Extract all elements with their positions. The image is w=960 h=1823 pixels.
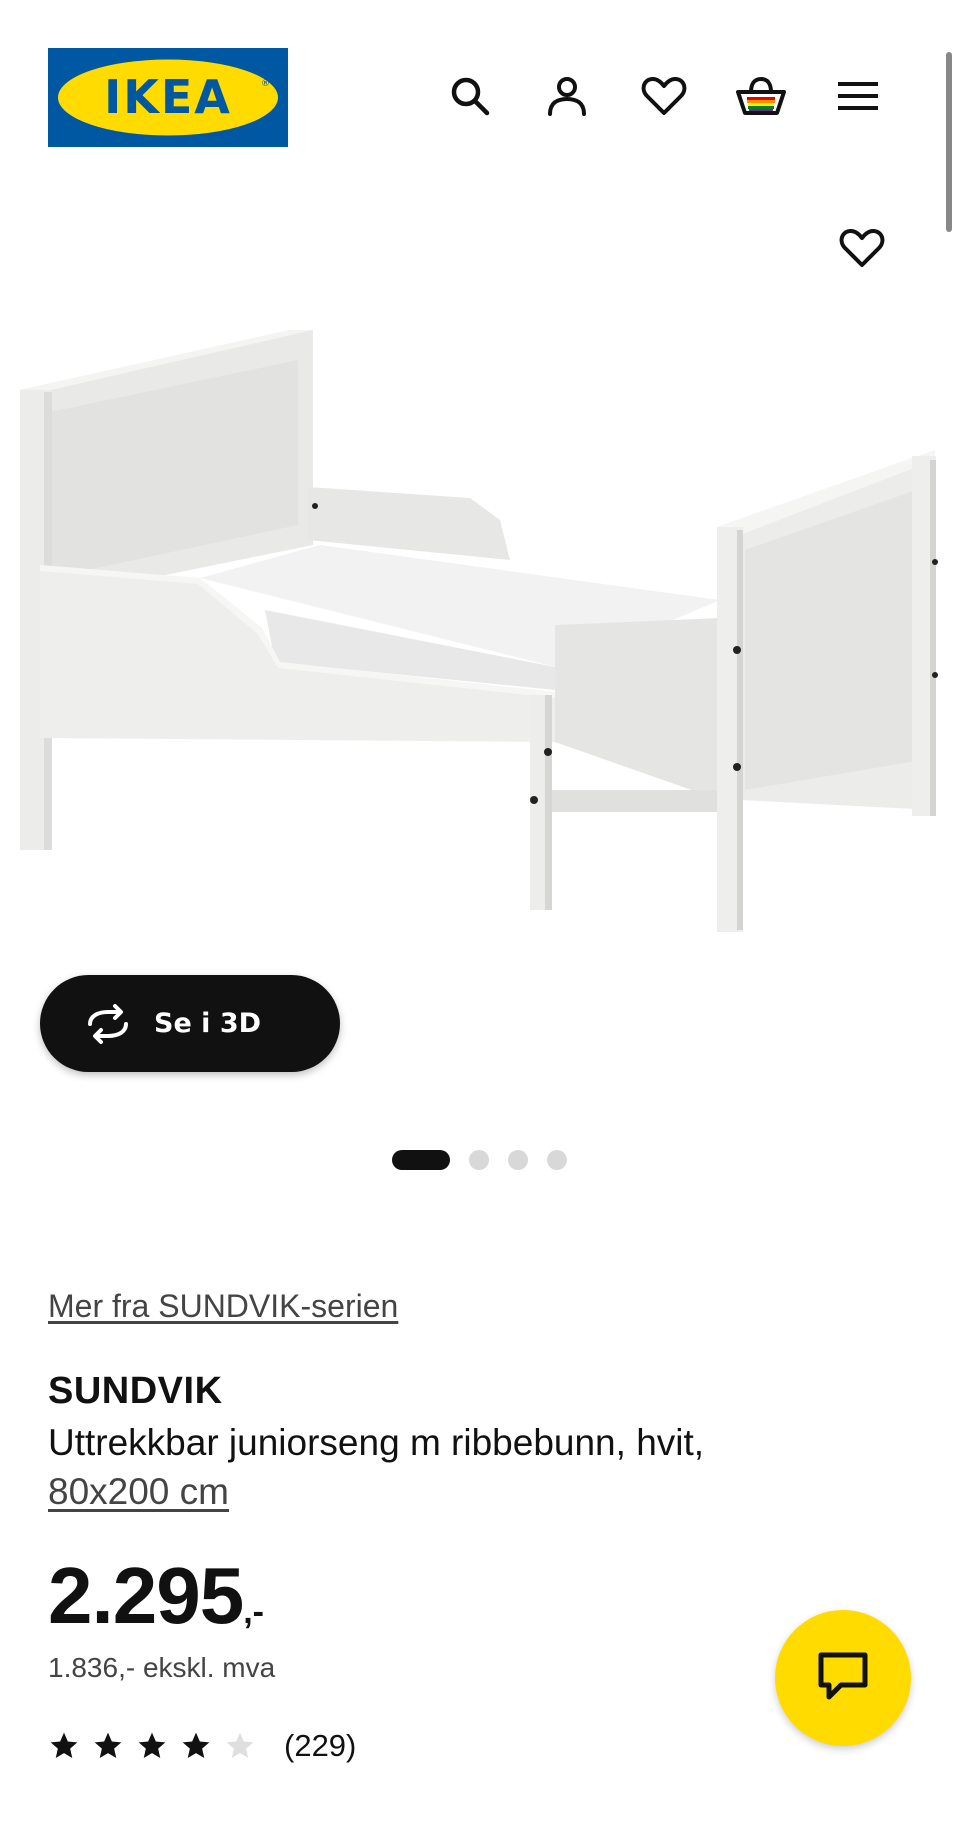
site-header: IKEA ® bbox=[0, 0, 960, 170]
add-to-favourites-icon[interactable] bbox=[836, 222, 888, 274]
product-name: SUNDVIK bbox=[48, 1370, 223, 1412]
product-price: 2.295,- bbox=[48, 1550, 264, 1642]
carousel-dot-2[interactable] bbox=[469, 1150, 489, 1170]
price-integer: 2.295 bbox=[48, 1551, 244, 1640]
star-icon bbox=[48, 1730, 80, 1762]
image-carousel-dots bbox=[392, 1148, 567, 1172]
product-image[interactable] bbox=[0, 300, 960, 980]
product-description-text: Uttrekkbar juniorseng m ribbebunn, hvit, bbox=[48, 1422, 705, 1463]
price-suffix: ,- bbox=[243, 1593, 264, 1631]
view-in-3d-button[interactable]: Se i 3D bbox=[40, 975, 340, 1072]
chat-icon bbox=[817, 1651, 869, 1705]
view-in-3d-label: Se i 3D bbox=[154, 1008, 262, 1039]
svg-text:IKEA: IKEA bbox=[104, 70, 232, 124]
star-icon bbox=[136, 1730, 168, 1762]
scrollbar[interactable] bbox=[946, 52, 952, 232]
chat-button[interactable] bbox=[775, 1610, 911, 1746]
svg-text:®: ® bbox=[261, 79, 270, 89]
star-icon bbox=[92, 1730, 124, 1762]
rotate-3d-icon bbox=[80, 996, 136, 1052]
product-description: Uttrekkbar juniorseng m ribbebunn, hvit,… bbox=[48, 1418, 888, 1516]
basket-icon[interactable] bbox=[735, 70, 787, 122]
product-size-link[interactable]: 80x200 cm bbox=[48, 1471, 229, 1512]
series-link[interactable]: Mer fra SUNDVIK-serien bbox=[48, 1288, 398, 1325]
ikea-logo[interactable]: IKEA ® bbox=[48, 48, 288, 147]
star-icon bbox=[180, 1730, 212, 1762]
star-empty-icon bbox=[224, 1730, 256, 1762]
profile-icon[interactable] bbox=[541, 70, 593, 122]
carousel-dot-4[interactable] bbox=[547, 1150, 567, 1170]
product-rating[interactable]: (229) bbox=[48, 1728, 356, 1764]
rating-count: (229) bbox=[284, 1728, 357, 1763]
favourites-icon[interactable] bbox=[638, 70, 690, 122]
carousel-dot-1[interactable] bbox=[392, 1150, 450, 1170]
carousel-dot-3[interactable] bbox=[508, 1150, 528, 1170]
search-icon[interactable] bbox=[444, 70, 496, 122]
menu-icon[interactable] bbox=[832, 70, 884, 122]
price-excl-vat: 1.836,- ekskl. mva bbox=[48, 1652, 276, 1683]
